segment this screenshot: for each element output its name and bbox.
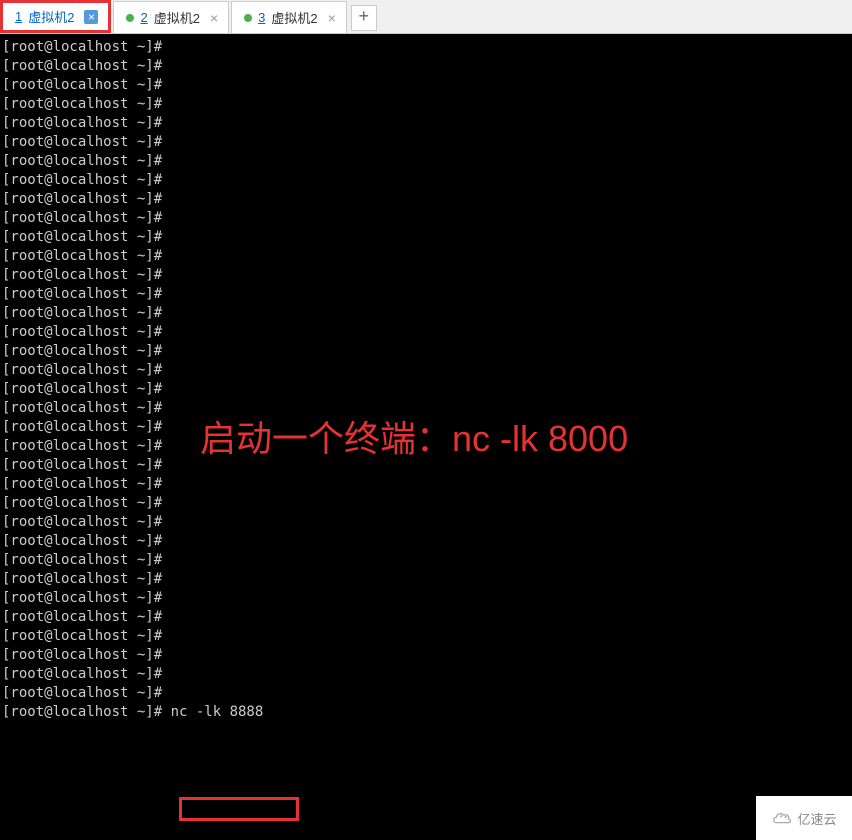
tab-number: 1 xyxy=(15,9,22,24)
terminal-line: [root@localhost ~]# xyxy=(2,437,850,456)
terminal-pane[interactable]: [root@localhost ~]#[root@localhost ~]#[r… xyxy=(0,34,852,840)
terminal-line: [root@localhost ~]# xyxy=(2,456,850,475)
terminal-line: [root@localhost ~]# xyxy=(2,323,850,342)
tab-number: 3 xyxy=(258,10,265,25)
terminal-line: [root@localhost ~]# xyxy=(2,551,850,570)
terminal-command-line: [root@localhost ~]# nc -lk 8888 xyxy=(2,703,850,722)
status-dot-icon xyxy=(244,14,252,22)
terminal-line: [root@localhost ~]# xyxy=(2,171,850,190)
terminal-line: [root@localhost ~]# xyxy=(2,513,850,532)
terminal-line: [root@localhost ~]# xyxy=(2,475,850,494)
close-icon[interactable]: × xyxy=(328,11,336,25)
watermark: 亿速云 xyxy=(756,796,852,840)
terminal-line: [root@localhost ~]# xyxy=(2,684,850,703)
terminal-line: [root@localhost ~]# xyxy=(2,570,850,589)
terminal-line: [root@localhost ~]# xyxy=(2,304,850,323)
terminal-line: [root@localhost ~]# xyxy=(2,228,850,247)
terminal-line: [root@localhost ~]# xyxy=(2,627,850,646)
terminal-line: [root@localhost ~]# xyxy=(2,57,850,76)
terminal-line: [root@localhost ~]# xyxy=(2,361,850,380)
terminal-line: [root@localhost ~]# xyxy=(2,133,850,152)
terminal-line: [root@localhost ~]# xyxy=(2,665,850,684)
terminal-line: [root@localhost ~]# xyxy=(2,247,850,266)
terminal-line: [root@localhost ~]# xyxy=(2,342,850,361)
tab-label: 虚拟机2 xyxy=(271,8,317,27)
tab-label: 虚拟机2 xyxy=(154,8,200,27)
close-icon[interactable]: × xyxy=(210,11,218,25)
terminal-line: [root@localhost ~]# xyxy=(2,114,850,133)
terminal-line: [root@localhost ~]# xyxy=(2,152,850,171)
tab-bar: 1 虚拟机2 × 2 虚拟机2 × 3 虚拟机2 × + xyxy=(0,0,852,34)
terminal-line: [root@localhost ~]# xyxy=(2,608,850,627)
terminal-line: [root@localhost ~]# xyxy=(2,418,850,437)
add-tab-button[interactable]: + xyxy=(351,5,377,31)
terminal-line: [root@localhost ~]# xyxy=(2,190,850,209)
cloud-icon xyxy=(771,809,793,827)
tab-vm-1[interactable]: 1 虚拟机2 × xyxy=(0,0,111,33)
terminal-line: [root@localhost ~]# xyxy=(2,494,850,513)
tab-number: 2 xyxy=(140,10,147,25)
tab-vm-2[interactable]: 2 虚拟机2 × xyxy=(113,1,229,33)
plus-icon: + xyxy=(358,8,369,28)
terminal-line: [root@localhost ~]# xyxy=(2,532,850,551)
terminal-line: [root@localhost ~]# xyxy=(2,646,850,665)
tab-label: 虚拟机2 xyxy=(28,7,74,26)
tab-vm-3[interactable]: 3 虚拟机2 × xyxy=(231,1,347,33)
close-icon[interactable]: × xyxy=(84,10,98,24)
terminal-line: [root@localhost ~]# xyxy=(2,399,850,418)
terminal-line: [root@localhost ~]# xyxy=(2,589,850,608)
status-dot-icon xyxy=(126,14,134,22)
terminal-line: [root@localhost ~]# xyxy=(2,209,850,228)
terminal-line: [root@localhost ~]# xyxy=(2,76,850,95)
terminal-line: [root@localhost ~]# xyxy=(2,285,850,304)
terminal-line: [root@localhost ~]# xyxy=(2,380,850,399)
terminal-line: [root@localhost ~]# xyxy=(2,266,850,285)
watermark-text: 亿速云 xyxy=(797,809,836,828)
terminal-line: [root@localhost ~]# xyxy=(2,38,850,57)
terminal-line: [root@localhost ~]# xyxy=(2,95,850,114)
